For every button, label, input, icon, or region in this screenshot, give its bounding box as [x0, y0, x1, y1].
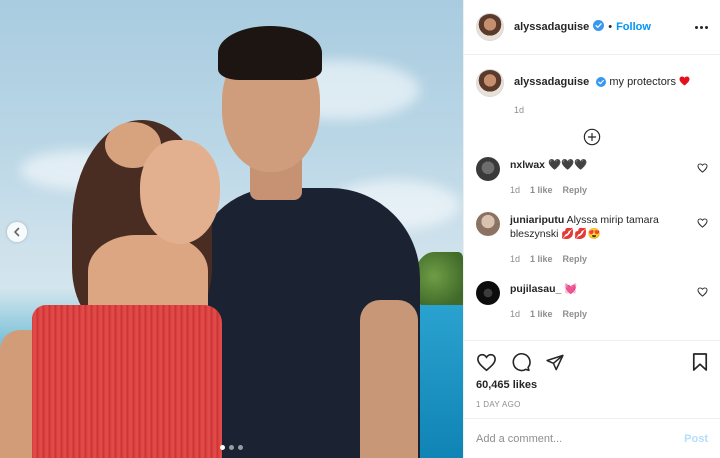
post-actions: 60,465 likes 1 DAY AGO Post — [464, 340, 720, 458]
hedge — [415, 252, 463, 312]
comment-input[interactable] — [476, 432, 685, 445]
post-side-panel: alyssadaguise • Follow alyssadaguise my … — [463, 0, 720, 458]
comment-time: 1d — [510, 185, 521, 195]
commenter-username[interactable]: juniariputu — [510, 214, 564, 226]
man-arm — [360, 300, 418, 458]
comments-section: alyssadaguise my protectors 1d nxlwax 🖤🖤… — [464, 55, 720, 340]
comment-item: nxlwax 🖤🖤🖤 1d 1 like Reply — [476, 157, 708, 197]
post-header: alyssadaguise • Follow — [464, 0, 720, 55]
man-hair — [218, 26, 322, 80]
plus-circle-icon — [583, 128, 601, 146]
woman-dress — [32, 305, 222, 458]
reply-button[interactable]: Reply — [563, 252, 588, 266]
reply-button[interactable]: Reply — [563, 183, 588, 197]
author-avatar[interactable] — [476, 13, 504, 41]
comment-likes[interactable]: 1 like — [530, 307, 553, 321]
reply-button[interactable]: Reply — [563, 307, 588, 321]
comment-bubble-icon[interactable] — [511, 352, 531, 372]
post-comment-button[interactable]: Post — [684, 433, 708, 445]
header-separator: • — [608, 21, 613, 33]
author-username[interactable]: alyssadaguise — [514, 21, 589, 33]
load-more-comments-button[interactable] — [476, 128, 708, 146]
comment-item: pujilasau_ 💓 1d 1 like Reply — [476, 281, 708, 321]
comment-text: 🖤🖤🖤 — [547, 159, 588, 171]
share-paper-plane-icon[interactable] — [545, 353, 565, 372]
bookmark-icon[interactable] — [692, 352, 708, 372]
woman-face — [140, 140, 220, 244]
caption-avatar[interactable] — [476, 69, 504, 97]
carousel-dot — [220, 445, 225, 450]
like-heart-icon[interactable] — [476, 353, 497, 372]
add-comment-bar: Post — [464, 418, 720, 458]
commenter-avatar[interactable] — [476, 281, 500, 305]
like-comment-heart-icon[interactable] — [697, 218, 708, 231]
instagram-post: alyssadaguise • Follow alyssadaguise my … — [0, 0, 720, 458]
comment-likes[interactable]: 1 like — [530, 252, 553, 266]
comment-item: juniariputu Alyssa mirip tamara bleszyns… — [476, 212, 708, 266]
commenter-avatar[interactable] — [476, 157, 500, 181]
carousel-indicator — [220, 445, 243, 450]
caption-time: 1d — [514, 105, 525, 115]
action-bar — [476, 349, 708, 375]
comment-likes[interactable]: 1 like — [530, 183, 553, 197]
like-comment-heart-icon[interactable] — [697, 287, 708, 300]
post-photo[interactable] — [0, 0, 463, 458]
pool — [413, 305, 463, 458]
carousel-dot — [229, 445, 234, 450]
verified-badge-icon — [596, 77, 607, 92]
red-heart-icon — [679, 76, 690, 88]
comment-text: 💓 — [564, 283, 578, 295]
more-options-icon[interactable] — [695, 25, 708, 29]
post-timestamp: 1 DAY AGO — [476, 400, 521, 409]
comment-time: 1d — [510, 254, 521, 264]
post-caption: alyssadaguise my protectors 1d — [476, 69, 708, 118]
carousel-dot — [238, 445, 243, 450]
verified-badge-icon — [593, 20, 605, 34]
caption-text: my protectors — [609, 76, 676, 88]
chevron-left-icon — [14, 227, 20, 237]
commenter-avatar[interactable] — [476, 212, 500, 236]
like-comment-heart-icon[interactable] — [697, 163, 708, 176]
comment-time: 1d — [510, 309, 521, 319]
caption-username[interactable]: alyssadaguise — [514, 76, 589, 88]
commenter-username[interactable]: nxlwax — [510, 159, 545, 171]
commenter-username[interactable]: pujilasau_ — [510, 283, 561, 295]
previous-photo-button[interactable] — [7, 222, 27, 242]
follow-button[interactable]: Follow — [616, 21, 651, 33]
likes-count[interactable]: 60,465 likes — [476, 379, 708, 391]
